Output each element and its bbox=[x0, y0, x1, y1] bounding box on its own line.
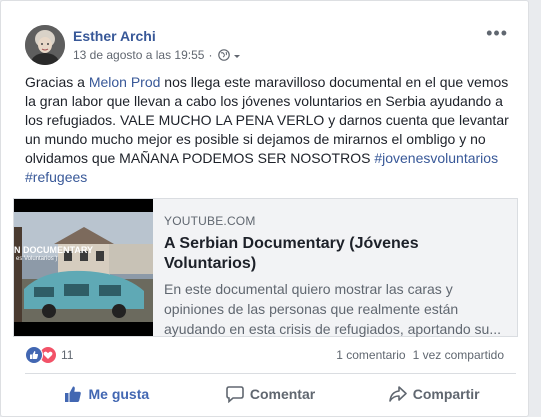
action-bar: Me gusta Comentar Compartir bbox=[25, 373, 516, 414]
like-icon[interactable] bbox=[25, 346, 43, 364]
link-domain: YOUTUBE.COM bbox=[164, 214, 256, 228]
link-card-text: YOUTUBE.COM A Serbian Documentary (Jóven… bbox=[164, 214, 509, 339]
share-icon bbox=[388, 386, 407, 402]
post-date[interactable]: 13 de agosto a las 19:55 bbox=[73, 48, 204, 62]
hashtag-link[interactable]: #jovenesvoluntarios bbox=[374, 150, 498, 166]
share-count[interactable]: 1 vez compartido bbox=[413, 348, 504, 362]
chevron-down-icon[interactable] bbox=[232, 50, 242, 60]
author-avatar[interactable] bbox=[25, 25, 65, 65]
link-description: En este documental quiero mostrar las ca… bbox=[164, 281, 501, 337]
comment-button[interactable]: Comentar bbox=[189, 378, 353, 410]
post-header: Esther Archi 13 de agosto a las 19:55 · … bbox=[25, 24, 516, 69]
post-meta: 13 de agosto a las 19:55 · bbox=[73, 48, 242, 62]
post-text: Gracias a Melon Prod nos llega este mara… bbox=[25, 73, 517, 187]
post-stats: 1 comentario 1 vez compartido bbox=[336, 348, 504, 362]
post-text-part1: Gracias a bbox=[25, 74, 89, 90]
reaction-icons[interactable] bbox=[25, 346, 57, 364]
comment-count[interactable]: 1 comentario bbox=[336, 348, 405, 362]
video-thumbnail[interactable]: N DOCUMENTARY es Voluntarios ) bbox=[14, 199, 153, 336]
comment-button-label: Comentar bbox=[249, 386, 316, 402]
feed-post: Esther Archi 13 de agosto a las 19:55 · … bbox=[0, 0, 529, 417]
like-button[interactable]: Me gusta bbox=[25, 378, 189, 410]
globe-icon[interactable] bbox=[218, 49, 231, 61]
share-button[interactable]: Compartir bbox=[352, 378, 516, 410]
author-name[interactable]: Esther Archi bbox=[73, 28, 156, 44]
thumbnail-subcaption: es Voluntarios ) bbox=[16, 256, 58, 262]
reactions-bar: 11 1 comentario 1 vez compartido bbox=[25, 346, 516, 364]
link-title[interactable]: A Serbian Documentary (Jóvenes Voluntari… bbox=[164, 234, 509, 274]
thumbnail-caption: N DOCUMENTARY bbox=[14, 245, 93, 255]
more-options-icon[interactable]: ••• bbox=[486, 24, 508, 42]
link-preview-card[interactable]: N DOCUMENTARY es Voluntarios ) YOUTUBE.C… bbox=[13, 198, 518, 337]
hashtag-link[interactable]: #refugees bbox=[25, 169, 87, 185]
thumbs-up-icon bbox=[65, 386, 82, 402]
reaction-count[interactable]: 11 bbox=[61, 348, 73, 362]
comment-icon bbox=[226, 386, 244, 403]
meta-separator: · bbox=[208, 48, 213, 62]
like-button-label: Me gusta bbox=[88, 386, 150, 402]
mention-link[interactable]: Melon Prod bbox=[89, 74, 161, 90]
share-button-label: Compartir bbox=[412, 386, 480, 402]
